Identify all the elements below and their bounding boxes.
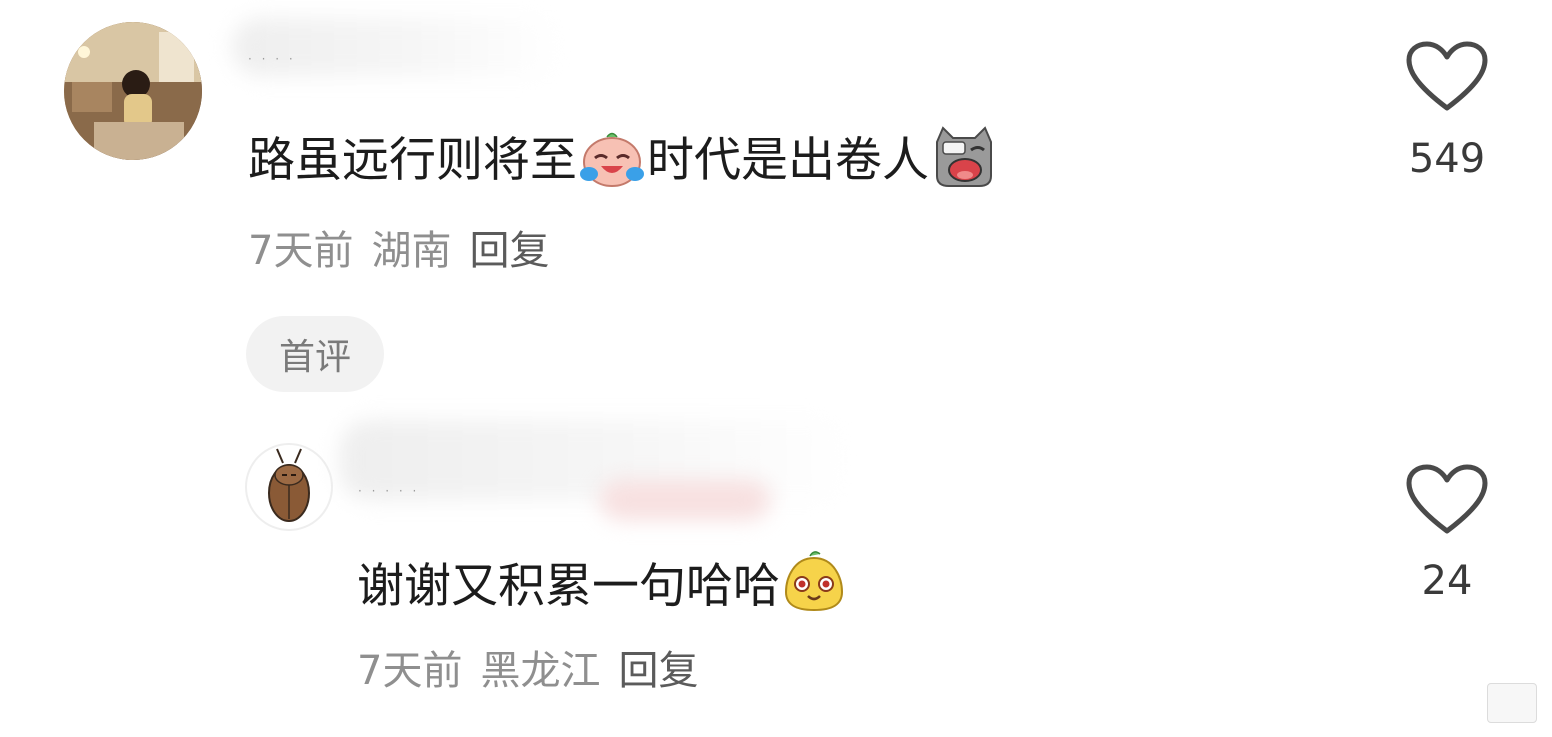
cockroach-avatar-icon <box>268 448 310 522</box>
comment-time: 7天前 <box>248 228 354 274</box>
heart-icon <box>1406 464 1488 534</box>
comment-text-part: 谢谢又积累一句哈哈 <box>357 559 780 614</box>
crying-cat-icon <box>929 124 999 203</box>
like-count: 24 <box>1421 558 1473 604</box>
crying-laughing-face-icon <box>577 128 647 203</box>
avatar[interactable] <box>64 22 202 160</box>
like-button[interactable] <box>1405 463 1489 541</box>
username-badge-blurred <box>600 480 770 520</box>
like-count: 549 <box>1408 136 1486 182</box>
comment-text-part: 时代是出卷人 <box>647 133 929 188</box>
avatar[interactable] <box>245 443 333 531</box>
comment-meta: 7天前 湖南 回复 <box>248 226 549 276</box>
comment-meta: 7天前 黑龙江 回复 <box>357 646 698 696</box>
first-comment-badge: 首评 <box>246 316 384 392</box>
reply-button[interactable]: 回复 <box>618 648 698 694</box>
smiling-yellow-face-icon <box>780 548 848 629</box>
reply-button[interactable]: 回复 <box>469 228 549 274</box>
username[interactable]: · · · · <box>248 52 296 66</box>
like-button[interactable] <box>1405 40 1489 118</box>
comment-text: 路虽远行则将至 时代是出卷人 <box>248 124 999 203</box>
comment-location: 黑龙江 <box>480 648 601 694</box>
comment-time: 7天前 <box>357 648 463 694</box>
comment-text-part: 路虽远行则将至 <box>248 133 577 188</box>
heart-icon <box>1406 41 1488 111</box>
username[interactable]: · · · · · <box>358 484 419 498</box>
scroll-handle[interactable] <box>1487 683 1537 723</box>
comment-location: 湖南 <box>371 228 452 274</box>
username-blurred <box>232 18 562 76</box>
avatar-photo-icon <box>64 22 202 160</box>
comment-text: 谢谢又积累一句哈哈 <box>357 548 848 629</box>
